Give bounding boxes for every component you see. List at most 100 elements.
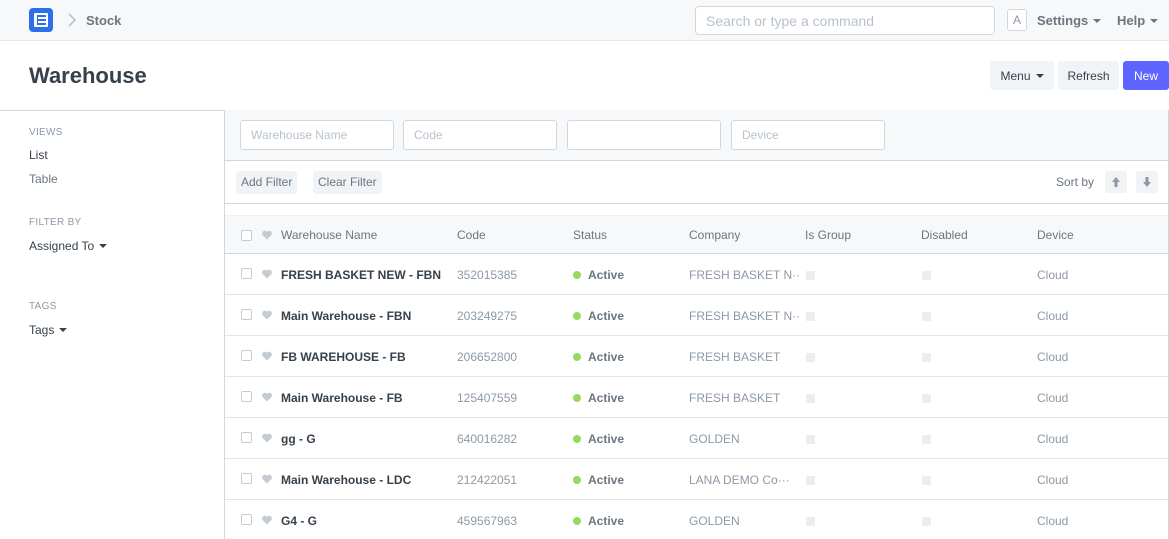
column-header-disabled[interactable]: Disabled: [921, 228, 968, 242]
device-cell[interactable]: Cloud: [1037, 432, 1068, 446]
column-header-status[interactable]: Status: [573, 228, 607, 242]
company-cell[interactable]: FRESH BASKET N···: [689, 309, 799, 323]
heart-icon[interactable]: [261, 391, 273, 403]
row-checkbox[interactable]: [241, 432, 252, 443]
company-cell[interactable]: GOLDEN: [689, 432, 799, 446]
status-badge[interactable]: Active: [588, 309, 624, 323]
table-row[interactable]: FRESH BASKET NEW - FBN 352015385 Active FRE…: [225, 254, 1168, 295]
company-cell[interactable]: LANA DEMO Co···: [689, 473, 799, 487]
warehouse-name-link[interactable]: FRESH BASKET NEW - FBN: [281, 268, 451, 282]
new-button[interactable]: New: [1123, 61, 1169, 90]
disabled-check: [922, 435, 931, 444]
warehouse-name-link[interactable]: Main Warehouse - FBN: [281, 309, 451, 323]
is-group-check: [806, 353, 815, 362]
sort-ascending-button[interactable]: [1105, 171, 1127, 193]
device-filter[interactable]: [731, 120, 885, 150]
sort-by-label[interactable]: Sort by: [1056, 175, 1094, 189]
clear-filter-button[interactable]: Clear Filter: [313, 171, 382, 194]
table-row[interactable]: Main Warehouse - FBN 203249275 Active FRESH…: [225, 295, 1168, 336]
table-row[interactable]: G4 - G 459567963 Active GOLDEN Cloud: [225, 500, 1168, 539]
tags-dropdown[interactable]: Tags: [29, 323, 68, 337]
list-header: Warehouse Name Code Status Company Is Gr…: [225, 215, 1168, 254]
sidebar-item-table[interactable]: Table: [29, 172, 58, 186]
refresh-button[interactable]: Refresh: [1058, 61, 1119, 90]
code-cell: 203249275: [457, 309, 518, 323]
heart-icon[interactable]: [261, 350, 273, 362]
warehouse-name-link[interactable]: gg - G: [281, 432, 451, 446]
warehouse-name-filter[interactable]: [240, 120, 394, 150]
row-checkbox[interactable]: [241, 391, 252, 402]
company-cell[interactable]: FRESH BASKET N···: [689, 268, 799, 282]
blank-filter[interactable]: [567, 120, 721, 150]
table-row[interactable]: gg - G 640016282 Active GOLDEN Cloud: [225, 418, 1168, 459]
breadcrumb-stock[interactable]: Stock: [86, 13, 121, 28]
status-indicator-dot: [573, 353, 581, 361]
menu-button[interactable]: Menu: [990, 61, 1054, 90]
code-cell: 206652800: [457, 350, 518, 364]
is-group-check: [806, 435, 815, 444]
status-indicator-dot: [573, 312, 581, 320]
caret-down-icon: [1035, 73, 1044, 78]
table-row[interactable]: Main Warehouse - LDC 212422051 Active LANA …: [225, 459, 1168, 500]
assigned-to-dropdown[interactable]: Assigned To: [29, 239, 108, 253]
status-indicator-dot: [573, 435, 581, 443]
heart-icon[interactable]: [261, 473, 273, 485]
company-cell[interactable]: FRESH BASKET: [689, 391, 799, 405]
heart-icon[interactable]: [261, 229, 273, 241]
list-toolbar: Add Filter Clear Filter Sort by: [225, 161, 1168, 204]
table-row[interactable]: FB WAREHOUSE - FB 206652800 Active FRESH BA…: [225, 336, 1168, 377]
sort-descending-button[interactable]: [1136, 171, 1158, 193]
select-all-checkbox[interactable]: [241, 230, 252, 241]
sidebar-item-list[interactable]: List: [29, 148, 48, 162]
add-filter-button[interactable]: Add Filter: [236, 171, 298, 194]
app-logo-icon[interactable]: [29, 8, 53, 32]
column-header-company[interactable]: Company: [689, 228, 740, 242]
column-header-code[interactable]: Code: [457, 228, 486, 242]
disabled-check: [922, 476, 931, 485]
settings-dropdown[interactable]: Settings: [1037, 13, 1102, 28]
avatar[interactable]: A: [1007, 9, 1027, 31]
menu-button-label: Menu: [1000, 69, 1031, 83]
device-cell[interactable]: Cloud: [1037, 268, 1068, 282]
status-badge[interactable]: Active: [588, 432, 624, 446]
status-badge[interactable]: Active: [588, 514, 624, 528]
row-checkbox[interactable]: [241, 350, 252, 361]
status-badge[interactable]: Active: [588, 391, 624, 405]
device-cell[interactable]: Cloud: [1037, 514, 1068, 528]
help-dropdown[interactable]: Help: [1117, 13, 1159, 28]
column-header-device[interactable]: Device: [1037, 228, 1074, 242]
heart-icon[interactable]: [261, 514, 273, 526]
is-group-check: [806, 394, 815, 403]
arrow-down-icon: [1143, 177, 1151, 187]
help-label: Help: [1117, 13, 1146, 28]
row-checkbox[interactable]: [241, 514, 252, 525]
row-checkbox[interactable]: [241, 268, 252, 279]
code-filter[interactable]: [403, 120, 557, 150]
table-row[interactable]: Main Warehouse - FB 125407559 Active FRESH …: [225, 377, 1168, 418]
device-cell[interactable]: Cloud: [1037, 309, 1068, 323]
disabled-check: [922, 394, 931, 403]
status-badge[interactable]: Active: [588, 473, 624, 487]
status-badge[interactable]: Active: [588, 268, 624, 282]
status-badge[interactable]: Active: [588, 350, 624, 364]
device-cell[interactable]: Cloud: [1037, 473, 1068, 487]
search-input[interactable]: [695, 6, 995, 35]
column-header-is-group[interactable]: Is Group: [805, 228, 851, 242]
device-cell[interactable]: Cloud: [1037, 350, 1068, 364]
row-checkbox[interactable]: [241, 473, 252, 484]
heart-icon[interactable]: [261, 432, 273, 444]
heart-icon[interactable]: [261, 309, 273, 321]
company-cell[interactable]: GOLDEN: [689, 514, 799, 528]
disabled-check: [922, 312, 931, 321]
is-group-check: [806, 312, 815, 321]
device-cell[interactable]: Cloud: [1037, 391, 1068, 405]
warehouse-name-link[interactable]: Main Warehouse - FB: [281, 391, 451, 405]
warehouse-name-link[interactable]: G4 - G: [281, 514, 451, 528]
status-indicator-dot: [573, 271, 581, 279]
company-cell[interactable]: FRESH BASKET: [689, 350, 799, 364]
column-header-warehouse-name[interactable]: Warehouse Name: [281, 228, 377, 242]
heart-icon[interactable]: [261, 268, 273, 280]
row-checkbox[interactable]: [241, 309, 252, 320]
warehouse-name-link[interactable]: Main Warehouse - LDC: [281, 473, 451, 487]
warehouse-name-link[interactable]: FB WAREHOUSE - FB: [281, 350, 451, 364]
